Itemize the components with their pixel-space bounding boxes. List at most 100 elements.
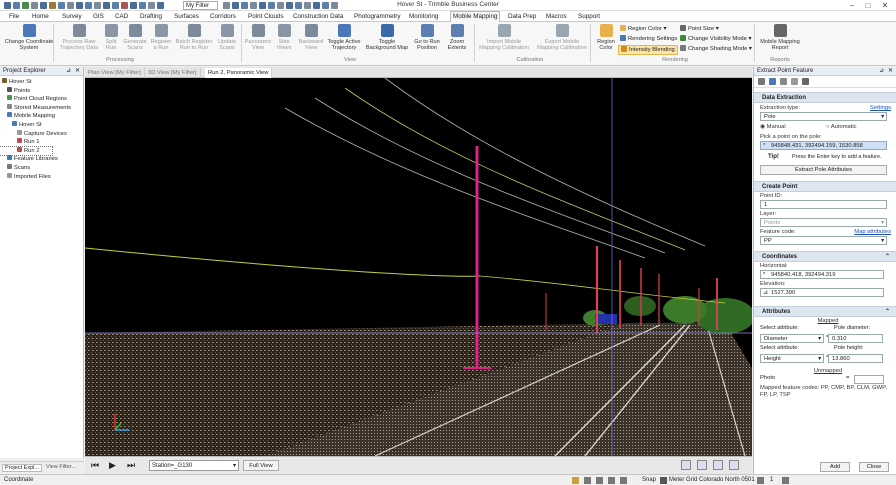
tree-item[interactable]: Points [0,86,83,96]
toolbar-icon[interactable] [758,78,765,85]
full-view-button[interactable]: Full View [243,460,279,471]
settings-link[interactable]: Settings [870,104,891,112]
update-scans-button[interactable]: Update Scans [214,24,240,51]
toolbar-icon[interactable] [779,78,787,85]
intensity-blending-toggle[interactable]: Intensity Blending [618,45,678,55]
pin-icon[interactable]: ⊿ [66,67,71,76]
attributes-header[interactable]: Attributes ⌃ [754,306,896,317]
tab-view-filter[interactable]: View Filter... [44,464,78,470]
point-size-button[interactable]: Point Size ▾ [680,25,719,33]
zoom-extents-icon[interactable] [697,460,707,470]
pick-point-field[interactable]: * 945848.431, 392494.159, 1530.858 [760,141,887,150]
layer-select[interactable]: Points ▾ [760,218,887,227]
tree-item[interactable]: Feature Libraries [0,155,83,164]
tree-item[interactable]: Point Cloud Regions [0,95,83,104]
tree-item[interactable]: Run 2 [0,145,53,157]
tab-mobile-mapping[interactable]: Mobile Mapping [450,11,501,22]
tree-item[interactable]: Hover St [0,120,83,130]
close-button[interactable]: Close [859,462,889,472]
tab-file[interactable]: File [7,12,21,21]
station-dropdown[interactable]: Station=_G130 ▾ [149,460,239,471]
tab-support[interactable]: Support [576,12,602,21]
skip-back-icon[interactable]: ⏮ [91,460,99,470]
tab-project-explorer[interactable]: Project Expl... [2,464,42,472]
tab-construction-data[interactable]: Construction Data [291,12,345,21]
attribute1-select[interactable]: Diameter ▾ [760,334,824,343]
skip-forward-icon[interactable]: ⏭ [127,460,135,470]
change-visibility-mode-button[interactable]: Change Visibility Mode ▾ [680,35,751,43]
tab-home[interactable]: Home [30,12,51,21]
collapse-icon[interactable]: ⌃ [885,307,890,317]
tree-item[interactable]: Scans [0,163,83,173]
pin-icon[interactable]: ⊿ [879,67,884,76]
tab-drafting[interactable]: Drafting [138,12,164,21]
tree-item[interactable]: Stored Measurements [0,103,83,113]
feature-code-field[interactable]: PP ▾ [760,236,887,245]
panoramic-viewport[interactable] [85,78,752,456]
process-raw-trajectory-data-button[interactable]: Process Raw Trajectory Data [59,24,99,51]
elevation-field[interactable]: ⊿ 1527.390 [760,288,884,297]
tab-survey[interactable]: Survey [60,12,84,21]
batch-register-run-to-run-button[interactable]: Batch Register Run to Run [172,24,216,51]
create-point-header[interactable]: Create Point [754,181,896,192]
play-icon[interactable]: ▶ [109,460,116,470]
tree-item[interactable]: Imported Files [0,172,83,182]
tab-gis[interactable]: GIS [91,12,106,21]
status-icon[interactable] [757,477,764,484]
status-icon[interactable] [782,477,789,484]
close-panel-icon[interactable]: ✕ [75,67,80,76]
status-icon[interactable] [584,477,591,484]
change-shading-mode-button[interactable]: Change Shading Mode ▾ [680,45,752,53]
minimize-icon[interactable]: – [846,0,858,11]
go-to-run-position-button[interactable]: Go to Run Position [411,24,443,51]
import-mobile-mapping-calibration-button[interactable]: Import Mobile Mapping Calibration [477,24,531,51]
horizontal-field[interactable]: * 945840.418, 392494.319 [760,270,884,279]
region-color-button[interactable]: Region Color [593,24,619,51]
manual-radio[interactable]: ◉ Manual [760,123,786,131]
pole-diameter-field[interactable]: 0.310 [828,334,883,343]
maximize-icon[interactable]: □ [862,0,874,11]
status-icon[interactable] [620,477,627,484]
tab-3d-view[interactable]: 3D View [My Filter] [145,68,201,78]
toolbar-icon[interactable] [768,78,776,85]
tab-surfaces[interactable]: Surfaces [172,12,201,21]
tab-corridors[interactable]: Corridors [208,12,238,21]
close-panel-icon[interactable]: ✕ [888,67,893,76]
status-icon[interactable] [596,477,603,484]
rendering-settings-button[interactable]: Rendering Settings [620,35,677,43]
extract-pole-attributes-button[interactable]: Extract Pole Attributes [760,165,887,175]
tab-photogrammetry[interactable]: Photogrammetry [352,12,403,21]
view-tool-icon[interactable] [681,460,691,470]
snap-toggle[interactable]: Snap [642,475,656,485]
tab-cad[interactable]: CAD [113,12,130,21]
tab-panoramic-view[interactable]: Run 2, Panoramic View [205,68,273,78]
fullscreen-icon[interactable] [713,460,723,470]
filter-dropdown[interactable]: My Filter [183,1,218,10]
coordinates-header[interactable]: Coordinates ⌃ [754,251,896,262]
quick-access-icons[interactable] [3,0,165,9]
backward-view-button[interactable]: Backward View [296,24,326,51]
status-icon[interactable] [608,477,615,484]
export-mobile-mapping-calibration-button[interactable]: Export Mobile Mapping Calibration [534,24,590,51]
extraction-type-select[interactable]: Pole ▾ [760,112,887,121]
tree-item[interactable]: Run 1 [0,138,83,147]
tree-item[interactable]: Hover St [0,78,83,87]
toggle-background-map-button[interactable]: Toggle Background Map [364,24,410,51]
add-button[interactable]: Add [820,462,850,472]
grid-label[interactable]: Grid [686,475,697,485]
point-cloud-render[interactable] [85,78,752,456]
pole-height-field[interactable]: 13.860 [828,354,883,363]
automatic-radio[interactable]: ○ Automatic [826,123,857,131]
toolbar-icon[interactable] [790,78,798,85]
attribute2-select[interactable]: Height ▾ [760,354,824,363]
filter-tools-icons[interactable] [222,0,339,9]
point-id-field[interactable]: 1 [760,200,887,209]
side-views-button[interactable]: Side Views [272,24,296,51]
tab-plan-view[interactable]: Plan View [My Filter] [85,68,145,78]
coordinate-system-label[interactable]: Colorado North 0501 [699,475,755,485]
toolbar-icon[interactable] [801,78,809,85]
tab-data-prep[interactable]: Data Prep [506,12,538,21]
tree-item[interactable]: Mobile Mapping [0,112,83,121]
tab-monitoring[interactable]: Monitoring [407,12,440,21]
mobile-mapping-report-button[interactable]: Mobile Mapping Report [757,24,803,51]
